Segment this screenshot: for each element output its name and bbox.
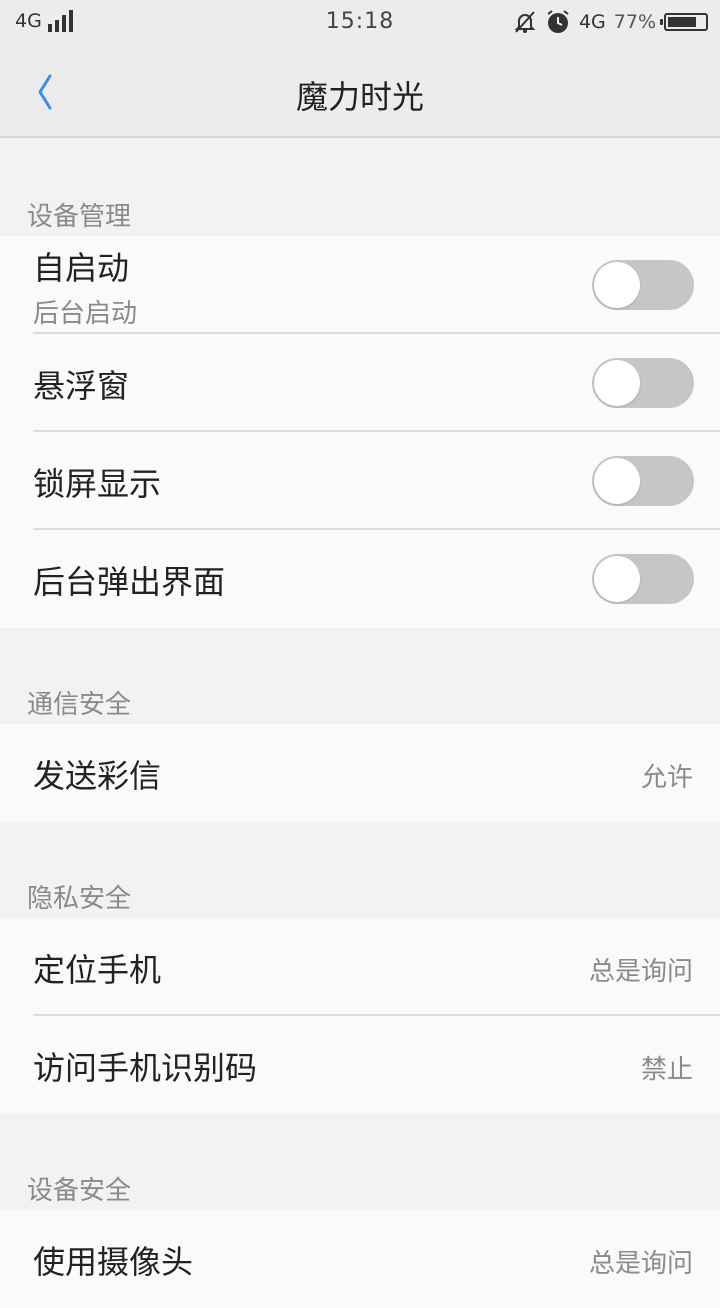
setting-label: 锁屏显示	[33, 465, 162, 503]
section-label-device-security: 设备安全	[27, 1176, 132, 1206]
lockscreen-display-toggle[interactable]	[592, 456, 694, 506]
setting-label: 访问手机识别码	[33, 1049, 258, 1087]
setting-row-autostart[interactable]: 自启动 后台启动	[0, 236, 720, 334]
battery-fill	[668, 17, 696, 27]
status-bar: 4G 15:18 4G 77%	[0, 0, 720, 46]
setting-label: 自启动	[33, 249, 130, 287]
network-type-right: 4G	[578, 11, 606, 33]
app-header: 魔力时光	[0, 46, 720, 138]
background-popup-toggle[interactable]	[592, 554, 694, 604]
setting-row-send-mms[interactable]: 发送彩信 允许	[0, 724, 720, 822]
setting-sublabel: 后台启动	[33, 299, 138, 329]
floating-window-toggle[interactable]	[592, 358, 694, 408]
setting-row-locate-phone[interactable]: 定位手机 总是询问	[0, 918, 720, 1016]
setting-value: 禁止	[640, 1055, 693, 1085]
status-right: 4G 77%	[513, 9, 708, 35]
setting-label: 悬浮窗	[33, 367, 130, 405]
group-device-security: 使用摄像头 总是询问	[0, 1210, 720, 1308]
setting-value: 允许	[640, 763, 693, 793]
setting-label: 使用摄像头	[33, 1243, 194, 1281]
toggle-knob	[594, 360, 640, 406]
autostart-toggle[interactable]	[592, 260, 694, 310]
page-title: 魔力时光	[295, 78, 424, 116]
section-label-communication-security: 通信安全	[27, 690, 132, 720]
setting-row-device-id[interactable]: 访问手机识别码 禁止	[0, 1016, 720, 1114]
toggle-knob	[594, 262, 640, 308]
toggle-knob	[594, 556, 640, 602]
group-communication-security: 发送彩信 允许	[0, 724, 720, 822]
setting-value: 总是询问	[588, 1249, 693, 1279]
group-privacy-security: 定位手机 总是询问 访问手机识别码 禁止	[0, 918, 720, 1114]
battery-percent: 77%	[613, 11, 656, 33]
battery-icon	[660, 13, 708, 31]
setting-value: 总是询问	[588, 957, 693, 987]
section-label-privacy-security: 隐私安全	[27, 884, 132, 914]
setting-row-lockscreen-display[interactable]: 锁屏显示	[0, 432, 720, 530]
toggle-knob	[594, 458, 640, 504]
mute-bell-icon	[514, 11, 536, 33]
group-device-management: 自启动 后台启动 悬浮窗 锁屏显示 后台弹出界面	[0, 236, 720, 628]
setting-row-camera[interactable]: 使用摄像头 总是询问	[0, 1210, 720, 1308]
setting-label: 后台弹出界面	[33, 563, 226, 601]
setting-label: 定位手机	[33, 951, 162, 989]
setting-row-floating-window[interactable]: 悬浮窗	[0, 334, 720, 432]
section-label-device-management: 设备管理	[27, 202, 132, 232]
alarm-icon	[547, 10, 569, 33]
setting-row-background-popup[interactable]: 后台弹出界面	[0, 530, 720, 628]
setting-label: 发送彩信	[33, 757, 162, 795]
